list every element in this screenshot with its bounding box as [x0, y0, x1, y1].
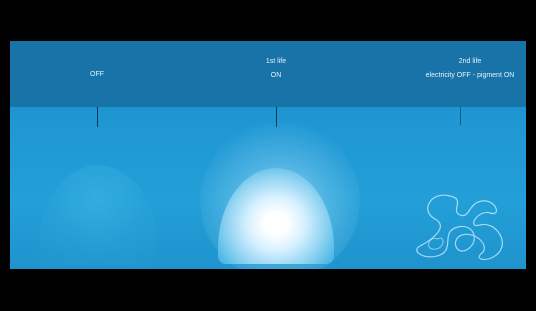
lamp-shade-off-icon	[38, 165, 158, 265]
cord-second-life	[460, 107, 461, 125]
lamp-comparison-panel: OFF 1st life ON 2nd life electricity OFF…	[10, 41, 526, 269]
video-frame: OFF 1st life ON 2nd life electricity OFF…	[0, 0, 536, 311]
state-second-life-title: 2nd life	[458, 58, 482, 65]
state-on-label: ON	[270, 72, 282, 79]
pigment-squiggle-icon	[416, 194, 503, 261]
state-first-life-title: 1st life	[265, 58, 287, 65]
state-pigment-label: electricity OFF - pigment ON	[425, 72, 515, 79]
cord-off	[97, 107, 98, 127]
state-off-label: OFF	[90, 71, 104, 78]
